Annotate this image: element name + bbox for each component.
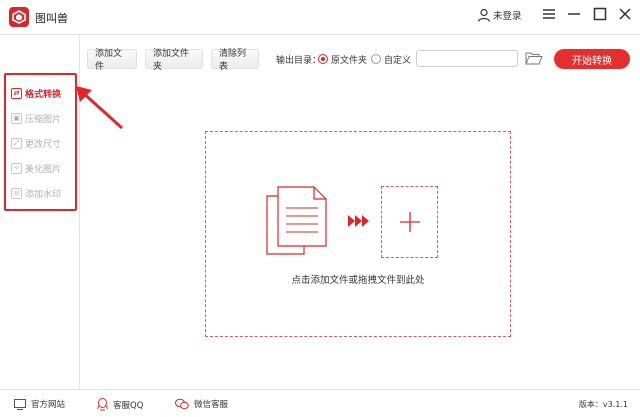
radio-custom-label: 自定义 <box>384 56 412 66</box>
user-login[interactable]: 未登录 <box>477 8 522 22</box>
plus-icon <box>399 212 420 232</box>
output-dir-label: 输出目录： <box>276 56 322 66</box>
document-icon <box>266 186 327 255</box>
status-bar: 官方网站 客服QQ 微信客服 版本：v3.1.1 <box>0 389 640 417</box>
start-convert-button[interactable]: 开始转换 <box>554 49 630 69</box>
add-folder-button[interactable]: 添加文件夹 <box>145 49 203 72</box>
add-file-button[interactable]: 添加文件 <box>87 49 137 72</box>
login-label: 未登录 <box>493 11 522 22</box>
toolbar: 添加文件 添加文件夹 清除列表 输出目录： 原文件夹 自定义 开始转换 <box>81 35 640 83</box>
clear-list-button[interactable]: 清除列表 <box>211 49 259 72</box>
official-website-link[interactable]: 官方网站 <box>14 398 65 410</box>
website-label: 官方网站 <box>31 400 66 410</box>
qq-icon <box>97 398 108 411</box>
close-icon[interactable] <box>617 6 633 22</box>
qq-label: 客服QQ <box>113 400 144 411</box>
app-title: 图叫兽 <box>35 12 68 25</box>
app-logo <box>9 7 29 27</box>
user-icon <box>477 8 491 22</box>
folder-open-icon[interactable] <box>525 51 543 65</box>
wechat-icon <box>175 398 189 410</box>
sidebar-annotation-box <box>4 73 77 211</box>
drop-zone[interactable] <box>205 131 511 337</box>
home-icon <box>14 398 26 410</box>
drop-zone-hint: 点击添加文件或拖拽文件到此处 <box>291 275 425 286</box>
minimize-icon[interactable] <box>566 6 582 22</box>
title-bar: 图叫兽 未登录 <box>0 0 640 34</box>
maximize-icon[interactable] <box>592 6 608 22</box>
menu-icon[interactable] <box>541 6 557 22</box>
radio-custom[interactable] <box>371 54 381 64</box>
wechat-label: 微信客服 <box>194 400 229 410</box>
qq-support-link[interactable]: 客服QQ <box>97 398 143 411</box>
output-path-input[interactable] <box>416 50 518 67</box>
version-label: 版本：v3.1.1 <box>578 400 628 409</box>
wechat-support-link[interactable]: 微信客服 <box>175 398 228 410</box>
annotation-arrow <box>76 86 124 130</box>
radio-original-label: 原文件夹 <box>331 56 368 66</box>
radio-original-folder[interactable] <box>318 54 328 64</box>
forward-arrows-icon <box>348 215 369 227</box>
add-file-plus-box[interactable] <box>381 186 438 258</box>
